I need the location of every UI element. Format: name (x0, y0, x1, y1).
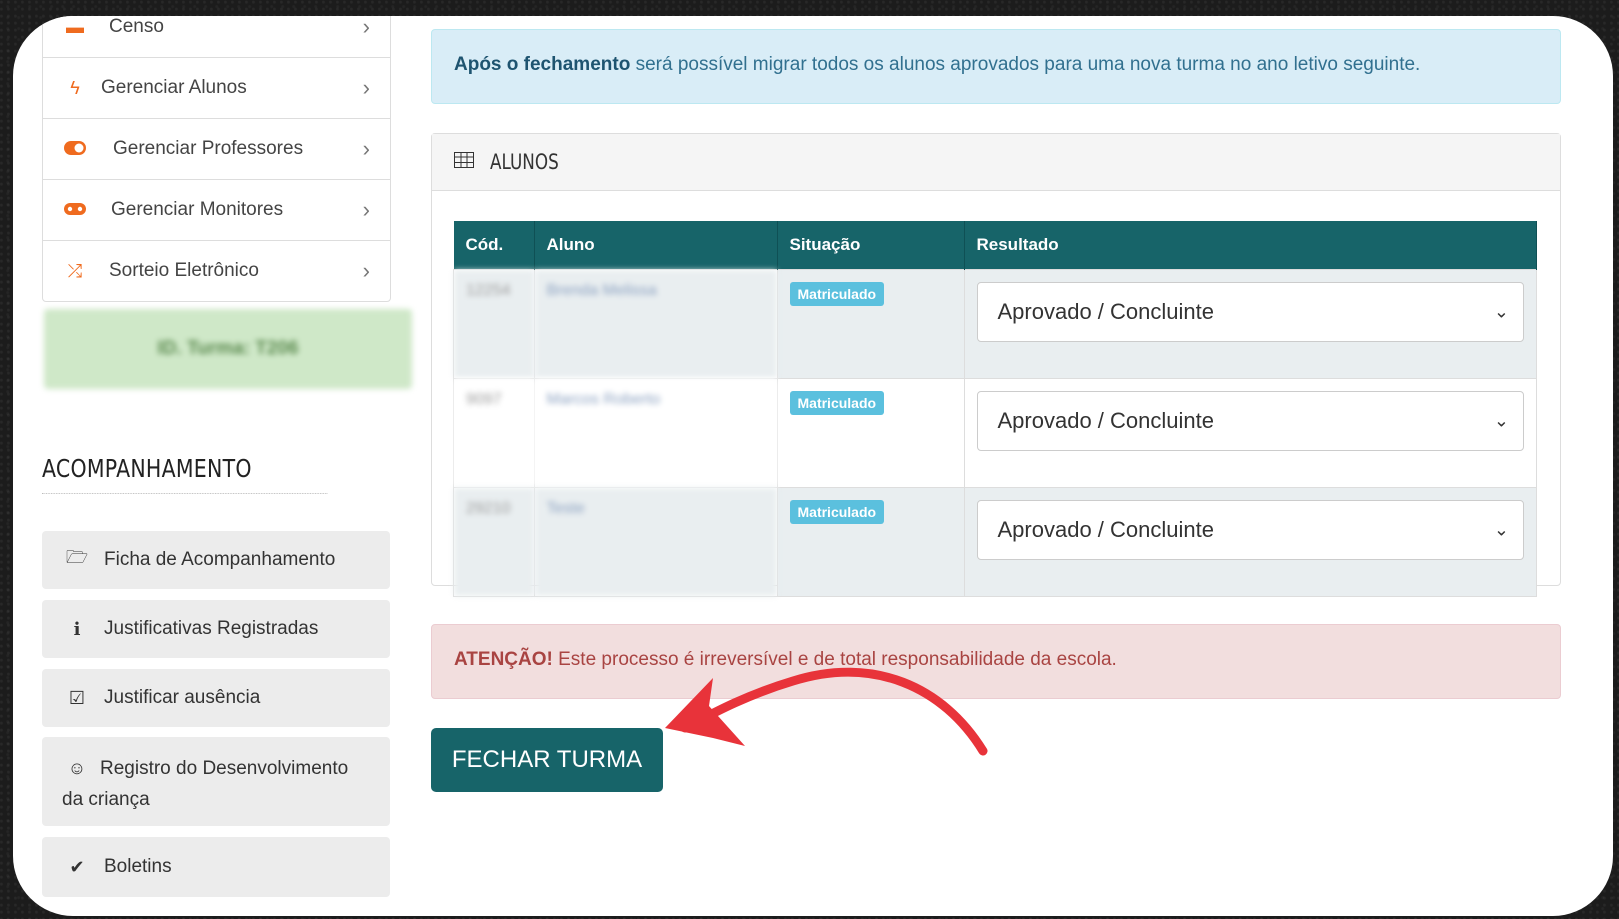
cell-situacao: Matriculado (776, 269, 965, 379)
sidebar-item-label: Sorteio Eletrônico (109, 260, 259, 281)
turma-id-box: ID. Turma: T206 (44, 309, 412, 389)
justificar-ausencia-button[interactable]: ☑ Justificar ausência (42, 669, 390, 727)
resultado-select-value: Aprovado / Concluinte (997, 299, 1214, 324)
bolt-icon: ϟ (70, 77, 80, 98)
cell-cod: 9097 (453, 378, 535, 488)
table-row: 9097 Marcos Roberto Matriculado Aprovado… (453, 378, 1537, 488)
smile-icon: ☺ (67, 758, 87, 778)
info-alert-strong: Após o fechamento (454, 54, 631, 75)
fechar-turma-button[interactable]: FECHAR TURMA (431, 728, 663, 792)
alunos-table: Cód. Aluno Situação Resultado 12254 Bren… (453, 221, 1537, 597)
chevron-right-icon: › (362, 136, 370, 161)
panel-title: ALUNOS (490, 150, 559, 174)
sidebar-item-sorteio-eletronico[interactable]: ⤮ Sorteio Eletrônico › (43, 241, 390, 301)
resultado-select[interactable]: Aprovado / Concluinte ⌄ (976, 500, 1524, 560)
cell-resultado: Aprovado / Concluinte ⌄ (963, 487, 1537, 597)
column-header-cod: Cód. (453, 221, 535, 270)
justificativas-registradas-button[interactable]: i Justificativas Registradas (42, 600, 390, 658)
warning-alert-text: Este processo é irreversível e de total … (552, 649, 1117, 670)
sidebar-item-censo[interactable]: ▬ Censo › (43, 16, 390, 58)
table-header-row: Cód. Aluno Situação Resultado (453, 221, 1537, 270)
table-icon (454, 150, 474, 174)
info-alert: Após o fechamento será possível migrar t… (431, 29, 1561, 104)
column-header-aluno: Aluno (534, 221, 778, 270)
boletins-button[interactable]: ✔ Boletins (42, 837, 390, 897)
toggle-icon (55, 139, 95, 160)
chevron-right-icon: › (362, 75, 370, 100)
sidebar-menu: ▬ Censo › ϟ Gerenciar Alunos › Gerenciar… (42, 16, 391, 302)
info-alert-text: será possível migrar todos os alunos apr… (630, 54, 1421, 75)
column-header-resultado: Resultado (964, 221, 1537, 270)
resultado-select-value: Aprovado / Concluinte (997, 517, 1214, 542)
cell-resultado: Aprovado / Concluinte ⌄ (963, 378, 1537, 488)
sidebar-item-label: Gerenciar Alunos (101, 77, 247, 98)
ficha-acompanhamento-button[interactable]: 🗁 Ficha de Acompanhamento (42, 531, 390, 589)
info-icon: i (73, 618, 81, 640)
shuffle-icon: ⤮ (67, 260, 83, 281)
resultado-select[interactable]: Aprovado / Concluinte ⌄ (976, 282, 1524, 342)
cell-aluno-link[interactable]: Brenda Melissa (533, 269, 778, 379)
chevron-right-icon: › (362, 197, 370, 222)
status-badge: Matriculado (789, 391, 885, 415)
chevron-down-icon: ⌄ (1493, 301, 1509, 322)
cell-resultado: Aprovado / Concluinte ⌄ (963, 269, 1537, 379)
cell-situacao: Matriculado (776, 378, 965, 488)
sidebar-item-gerenciar-alunos[interactable]: ϟ Gerenciar Alunos › (43, 58, 390, 119)
cell-situacao: Matriculado (776, 487, 965, 597)
section-title-acompanhamento: ACOMPANHAMENTO (42, 454, 328, 494)
warning-alert-strong: ATENÇÃO! (454, 649, 553, 670)
sidebar-item-label: Censo (109, 16, 164, 37)
button-label: Boletins (104, 856, 172, 877)
cell-aluno-link[interactable]: Marcos Roberto (533, 378, 778, 488)
status-badge: Matriculado (789, 282, 885, 306)
table-row: 29210 Teste Matriculado Aprovado / Concl… (453, 487, 1537, 597)
cell-cod: 12254 (453, 269, 535, 379)
turma-id-label: ID. Turma: T206 (157, 338, 299, 359)
sidebar-item-gerenciar-monitores[interactable]: Gerenciar Monitores › (43, 180, 390, 241)
resultado-select-value: Aprovado / Concluinte (997, 408, 1214, 433)
alunos-panel: ALUNOS Cód. Aluno Situação Resultado 122… (431, 133, 1561, 597)
chevron-down-icon: ⌄ (1493, 410, 1509, 431)
folder-open-icon: 🗁 (65, 547, 89, 567)
census-icon: ▬ (66, 16, 84, 37)
sidebar-item-gerenciar-professores[interactable]: Gerenciar Professores › (43, 119, 390, 180)
button-label: Ficha de Acompanhamento (104, 549, 336, 570)
warning-alert: ATENÇÃO! Este processo é irreversível e … (431, 624, 1561, 699)
check-icon: ✔ (69, 856, 85, 877)
table-row: 12254 Brenda Melissa Matriculado Aprovad… (453, 269, 1537, 379)
cell-aluno-link[interactable]: Teste (533, 487, 778, 597)
chevron-right-icon: › (362, 16, 370, 39)
resultado-select[interactable]: Aprovado / Concluinte ⌄ (976, 391, 1524, 451)
column-header-situacao: Situação (777, 221, 965, 270)
status-badge: Matriculado (789, 500, 885, 524)
cell-cod: 29210 (453, 487, 535, 597)
panel-header: ALUNOS (432, 134, 1560, 191)
button-label: Justificar ausência (104, 687, 261, 708)
app-frame: ▬ Censo › ϟ Gerenciar Alunos › Gerenciar… (13, 16, 1613, 916)
sidebar-item-label: Gerenciar Monitores (111, 199, 284, 220)
button-label: Registro do Desenvolvimento da criança (62, 758, 349, 810)
gamepad-icon (55, 200, 95, 221)
chevron-down-icon: ⌄ (1493, 519, 1509, 540)
chevron-right-icon: › (362, 258, 370, 283)
sidebar-item-label: Gerenciar Professores (113, 138, 304, 159)
button-label: Justificativas Registradas (104, 618, 319, 639)
check-square-icon: ☑ (68, 687, 86, 708)
registro-desenvolvimento-button[interactable]: ☺ Registro do Desenvolvimento da criança (42, 737, 390, 826)
